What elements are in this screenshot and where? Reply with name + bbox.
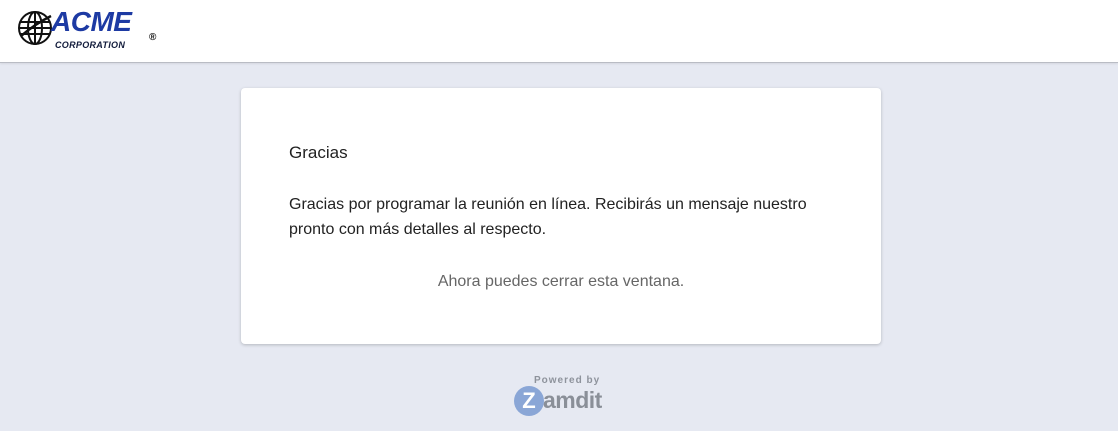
registered-mark: ®: [149, 32, 157, 43]
logo-brand: ACME: [51, 6, 132, 37]
card-title: Gracias: [289, 143, 348, 162]
acme-logo[interactable]: ACME ® CORPORATION: [17, 6, 167, 53]
globe-icon: [18, 11, 52, 45]
close-window-note: Ahora puedes cerrar esta ventana.: [437, 273, 685, 290]
top-bar: ACME ® CORPORATION: [0, 0, 1118, 63]
confirmation-card: Gracias Gracias por programar la reunión…: [241, 88, 881, 344]
powered-by-label: Powered by: [534, 375, 601, 386]
zamdit-logo-icon: Z: [514, 386, 544, 416]
logo-subtitle: CORPORATION: [55, 40, 126, 50]
powered-by-zamdit[interactable]: Powered by Z amdit: [510, 374, 610, 418]
card-message: Gracias por programar la reunión en líne…: [289, 196, 807, 238]
zamdit-wordmark: amdit: [543, 387, 602, 413]
